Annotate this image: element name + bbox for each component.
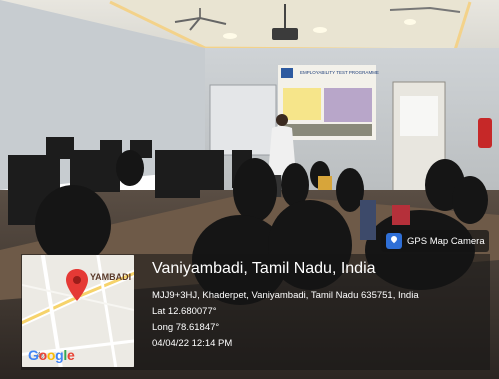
location-title: Vaniyambadi, Tamil Nadu, India (152, 260, 376, 277)
location-latitude: Lat 12.680077° (152, 306, 217, 317)
google-logo: Google (28, 347, 75, 363)
location-longitude: Long 78.61847° (152, 322, 220, 333)
badge-label: GPS Map Camera (407, 235, 485, 247)
location-address: MJJ9+3HJ, Khaderpet, Vaniyambadi, Tamil … (152, 290, 419, 301)
map-place-label: YAMBADI (90, 272, 132, 282)
location-map-thumbnail: Mi YAMBADI Google (22, 255, 134, 367)
gps-map-camera-icon (386, 233, 402, 249)
map-pin-icon (66, 269, 88, 301)
location-datetime: 04/04/22 12:14 PM (152, 338, 233, 349)
gps-map-camera-badge: GPS Map Camera (381, 230, 489, 252)
